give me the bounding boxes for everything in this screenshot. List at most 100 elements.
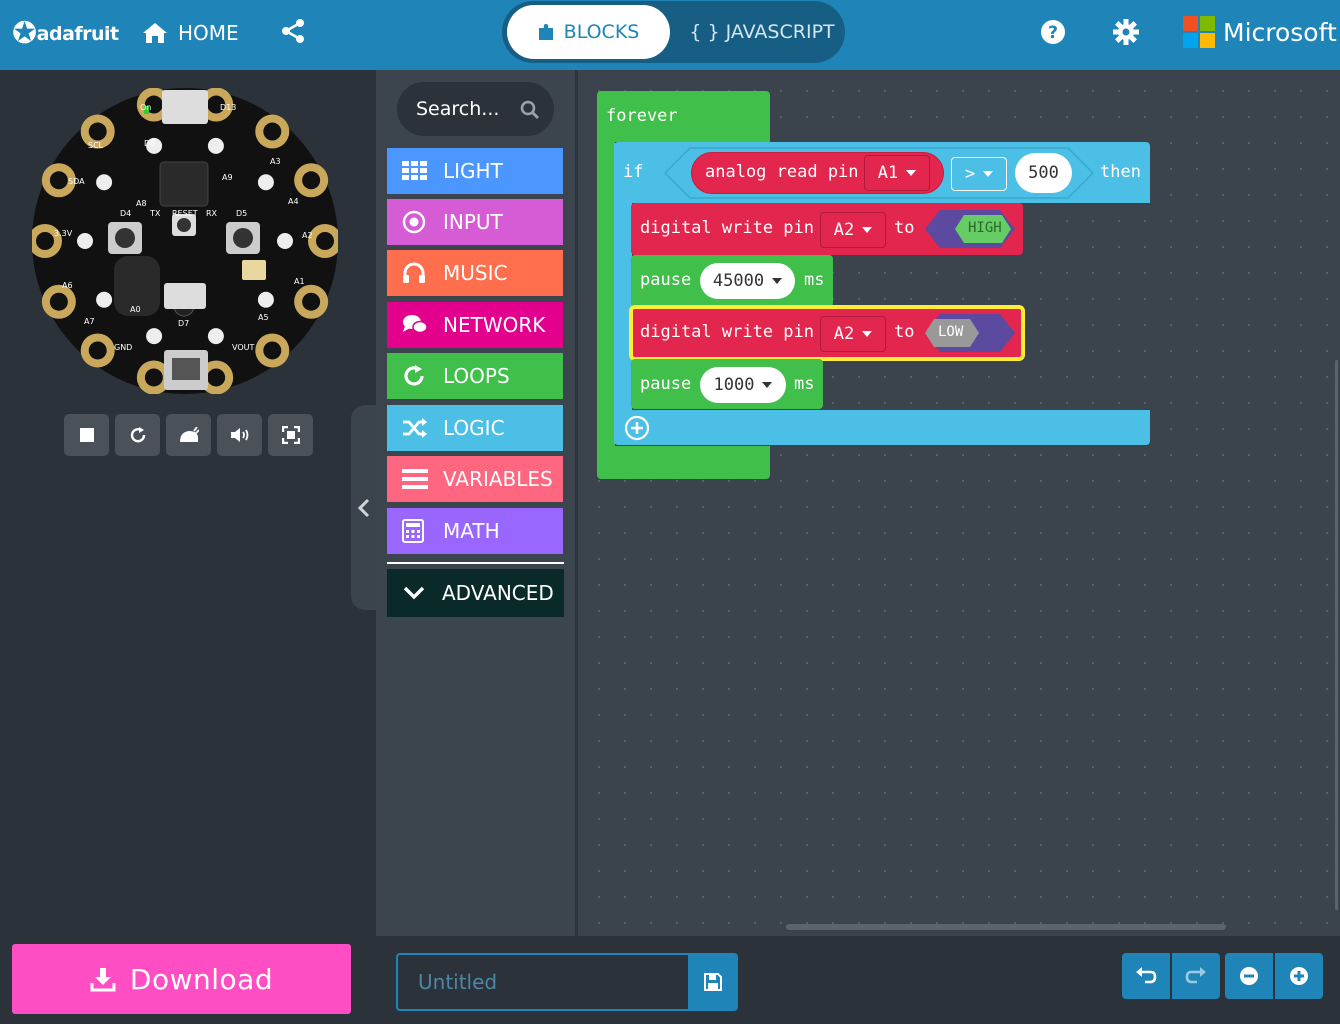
board-label-v33: 3.3V — [54, 229, 73, 238]
zoom-out-button[interactable] — [1225, 953, 1273, 999]
circuit-playground-board[interactable]: D13 On D8 A9 A8 D4 TX RESET RX D5 A0 D7 GND 3.3V SCL A3… — [32, 88, 338, 394]
board-label-d7: D7 — [178, 319, 189, 328]
vertical-scrollbar[interactable] — [1335, 360, 1338, 910]
category-network[interactable]: NETWORK — [387, 302, 563, 348]
neopixel-led[interactable] — [207, 328, 224, 345]
settings-button[interactable] — [1112, 18, 1140, 46]
then-label: then — [1100, 162, 1141, 182]
category-variables[interactable]: VARIABLES — [387, 456, 563, 502]
collapse-simulator-button[interactable] — [351, 405, 377, 610]
slow-mo-button[interactable] — [166, 414, 211, 456]
tab-javascript[interactable]: { } JAVASCRIPT — [682, 5, 842, 59]
chevron-down-icon — [906, 170, 917, 176]
save-button[interactable] — [688, 953, 738, 1011]
chat-icon — [402, 314, 430, 336]
board-pad-hole — [263, 122, 282, 141]
zoom-in-button[interactable] — [1275, 953, 1323, 999]
tab-blocks[interactable]: BLOCKS — [507, 5, 670, 59]
board-pad-hole — [49, 171, 68, 190]
neopixel-led[interactable] — [77, 233, 93, 249]
calculator-icon — [402, 519, 430, 543]
board-label-a1: A1 — [294, 277, 305, 286]
ms-label: ms — [794, 374, 815, 394]
redo-icon — [1185, 967, 1206, 984]
share-icon — [282, 19, 304, 43]
pause-2-dropdown[interactable]: 1000 — [700, 367, 786, 403]
category-advanced-label: ADVANCED — [442, 581, 554, 605]
adafruit-logo[interactable]: ✪ adafruit — [12, 14, 119, 54]
neopixel-led[interactable] — [96, 174, 113, 191]
editor-toggle: BLOCKS { } JAVASCRIPT — [502, 1, 845, 63]
home-button[interactable]: HOME — [142, 16, 239, 50]
pause-2-value: 1000 — [713, 375, 755, 395]
restart-sim-button[interactable] — [115, 414, 160, 456]
chevron-down-icon — [983, 171, 994, 177]
download-icon — [90, 968, 116, 992]
help-button[interactable]: ? — [1039, 18, 1067, 46]
neopixel-led[interactable] — [277, 233, 293, 249]
forever-label: forever — [606, 106, 678, 126]
category-input[interactable]: INPUT — [387, 199, 563, 245]
neopixel-led[interactable] — [146, 328, 163, 345]
microsoft-logo[interactable]: Microsoft — [1183, 14, 1337, 50]
pin-a2-dropdown[interactable]: A2 — [820, 316, 886, 352]
threshold-value: 500 — [1028, 163, 1059, 183]
stop-sim-button[interactable] — [64, 414, 109, 456]
board-label-d4: D4 — [120, 209, 131, 218]
category-label: MATH — [443, 519, 500, 543]
star-icon: ✪ — [12, 16, 37, 51]
pause-1-dropdown[interactable]: 45000 — [700, 263, 795, 299]
category-light[interactable]: LIGHT — [387, 148, 563, 194]
download-button[interactable]: Download — [12, 944, 351, 1014]
top-bar: ✪ adafruit HOME BLOCKS { } JAVASCRIPT ? … — [0, 0, 1340, 70]
search-box[interactable]: Search... — [397, 82, 554, 136]
microsoft-squares-icon — [1183, 16, 1215, 48]
horizontal-scrollbar[interactable] — [786, 924, 1226, 930]
category-math[interactable]: MATH — [387, 508, 563, 554]
if-label: if — [623, 162, 644, 182]
operator-value: > — [964, 164, 976, 184]
usb-port — [162, 90, 208, 124]
grid-icon — [402, 161, 430, 181]
share-button[interactable] — [280, 18, 306, 44]
neopixel-led[interactable] — [257, 174, 274, 191]
board-label-gnd: GND — [114, 343, 132, 352]
board-label-reset: RESET — [172, 209, 198, 218]
neopixel-led[interactable] — [207, 137, 224, 154]
category-logic[interactable]: LOGIC — [387, 405, 563, 451]
digital-write-label: digital write pin — [640, 218, 814, 238]
board-label-vout: VOUT — [232, 343, 254, 352]
category-loops[interactable]: LOOPS — [387, 353, 563, 399]
category-advanced[interactable]: ADVANCED — [387, 569, 564, 617]
redo-button[interactable] — [1172, 953, 1220, 999]
pin-a1-dropdown[interactable]: A1 — [864, 155, 930, 191]
category-music[interactable]: MUSIC — [387, 250, 563, 296]
tab-javascript-label: { } JAVASCRIPT — [689, 21, 835, 43]
chevron-down-icon — [772, 278, 783, 284]
undo-button[interactable] — [1122, 953, 1170, 999]
threshold-input[interactable]: 500 — [1015, 153, 1072, 193]
add-branch-icon[interactable] — [624, 415, 650, 441]
if-block-side — [614, 200, 632, 412]
board-label-rx: RX — [206, 209, 218, 218]
fullscreen-button[interactable] — [268, 414, 313, 456]
shuffle-icon — [402, 417, 430, 439]
board-label-a5: A5 — [258, 313, 269, 322]
neopixel-led[interactable] — [96, 291, 113, 308]
headphones-icon — [402, 262, 430, 284]
mute-button[interactable] — [217, 414, 262, 456]
operator-dropdown[interactable]: > — [951, 157, 1007, 191]
category-label: LOOPS — [443, 364, 510, 388]
refresh-icon — [130, 427, 145, 443]
home-icon — [143, 23, 167, 43]
tab-blocks-label: BLOCKS — [563, 21, 640, 43]
slide-switch[interactable] — [164, 283, 206, 309]
board-label-d8: D8 — [144, 139, 155, 148]
pin-a2-dropdown[interactable]: A2 — [820, 212, 886, 248]
neopixel-led[interactable] — [257, 291, 274, 308]
project-name-input[interactable] — [396, 953, 689, 1011]
target-icon — [402, 210, 430, 234]
simulator-controls — [64, 414, 313, 456]
microsoft-label: Microsoft — [1223, 17, 1337, 47]
board-pad-hole — [88, 122, 107, 141]
